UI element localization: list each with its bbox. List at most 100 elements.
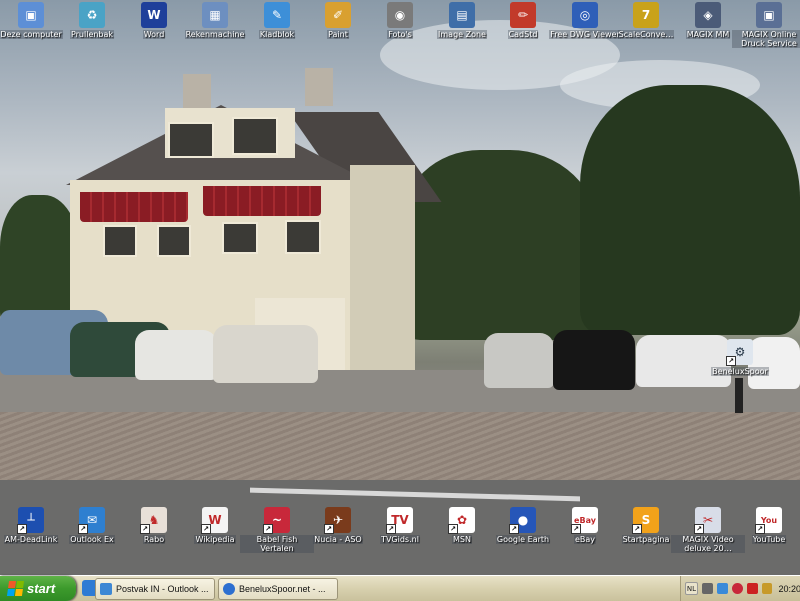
window bbox=[103, 225, 137, 257]
wikipedia-icon: W ↗ bbox=[201, 507, 228, 534]
shortcut-arrow-icon: ↗ bbox=[448, 524, 458, 534]
start-label: start bbox=[27, 581, 56, 596]
taskbar-button-beneluxspoor[interactable]: BeneluxSpoor.net - ... bbox=[218, 578, 338, 600]
language-indicator[interactable]: NL bbox=[685, 582, 698, 595]
dwg-viewer-icon: ◎ bbox=[572, 2, 598, 28]
outlook-task-icon bbox=[100, 583, 112, 595]
antivirus-icon[interactable] bbox=[746, 583, 758, 594]
magix-mm-icon: ◈ bbox=[695, 2, 721, 28]
security-icon[interactable] bbox=[731, 583, 743, 594]
shortcut-arrow-icon: ↗ bbox=[509, 524, 519, 534]
taskbar: start Postvak IN - Outlook ... BeneluxSp… bbox=[0, 575, 800, 601]
calculator-icon: ▦ bbox=[202, 2, 228, 28]
google-earth-icon: ● ↗ bbox=[509, 507, 536, 534]
ebay-icon: eBay ↗ bbox=[571, 507, 598, 534]
deadlink-icon: ┴ ↗ bbox=[17, 507, 44, 534]
desktop-icon-label: MAGIX Online Druck Service bbox=[732, 30, 800, 48]
desktop-icon-magix-druck[interactable]: ▣ MAGIX Online Druck Service bbox=[732, 2, 800, 48]
network-icon[interactable] bbox=[716, 583, 728, 594]
car bbox=[553, 330, 635, 390]
shortcut-arrow-icon: ↗ bbox=[140, 524, 150, 534]
desktop-icon-beneluxspoor[interactable]: ⚙ ↗ BeneluxSpoor bbox=[703, 339, 777, 376]
shortcut-arrow-icon: ↗ bbox=[632, 524, 642, 534]
shortcut-arrow-icon: ↗ bbox=[78, 524, 88, 534]
shortcut-arrow-icon: ↗ bbox=[571, 524, 581, 534]
paint-icon: ✐ bbox=[325, 2, 351, 28]
beneluxspoor-icon: ⚙ ↗ bbox=[726, 339, 753, 366]
desktop-icon-label: Prullenbak bbox=[69, 30, 115, 39]
word-icon: W bbox=[141, 2, 167, 28]
window bbox=[168, 122, 214, 158]
shortcut-arrow-icon: ↗ bbox=[17, 524, 27, 534]
cobblestones bbox=[0, 412, 800, 487]
desktop-icon-label: YouTube bbox=[751, 535, 787, 544]
shortcut-arrow-icon: ↗ bbox=[386, 524, 396, 534]
house-side bbox=[350, 165, 415, 370]
desktop-icon-label: Rekenmachine bbox=[184, 30, 246, 39]
taskbar-button-label: Postvak IN - Outlook ... bbox=[116, 584, 209, 594]
window bbox=[157, 225, 191, 257]
nucia-icon: ✈ ↗ bbox=[324, 507, 351, 534]
desktop-icon-label: TVGids.nl bbox=[380, 535, 420, 544]
shortcut-arrow-icon: ↗ bbox=[755, 524, 765, 534]
desktop-icon-label: MSN bbox=[452, 535, 472, 544]
startpagina-icon: S ↗ bbox=[632, 507, 659, 534]
outlook-express-icon: ✉ ↗ bbox=[78, 507, 105, 534]
keyboard-icon[interactable] bbox=[701, 583, 713, 594]
tvgids-icon: TV ↗ bbox=[386, 507, 413, 534]
youtube-icon: You ↗ bbox=[755, 507, 782, 534]
desktop-icon-label: Word bbox=[142, 30, 166, 39]
awning bbox=[203, 186, 321, 216]
car bbox=[213, 325, 318, 383]
window bbox=[222, 222, 258, 254]
shortcut-arrow-icon: ↗ bbox=[201, 524, 211, 534]
desktop-icon-label: Nucia - ASO bbox=[313, 535, 363, 544]
shortcut-arrow-icon: ↗ bbox=[324, 524, 334, 534]
camera-icon: ◉ bbox=[387, 2, 413, 28]
notepad-icon: ✎ bbox=[264, 2, 290, 28]
desktop-icon-label: BeneluxSpoor bbox=[711, 367, 769, 376]
car bbox=[484, 333, 554, 388]
babelfish-icon: ~ ↗ bbox=[263, 507, 290, 534]
desktop-icon-label: MAGIX MM bbox=[685, 30, 731, 39]
desktop-icon-label: Paint bbox=[327, 30, 349, 39]
ie-task-icon bbox=[223, 583, 235, 595]
chimney bbox=[183, 74, 211, 112]
magix-druck-icon: ▣ bbox=[756, 2, 782, 28]
volume-icon[interactable] bbox=[761, 583, 773, 594]
rabo-icon: ♞ ↗ bbox=[140, 507, 167, 534]
desktop-icon-label: Deze computer bbox=[0, 30, 63, 39]
awning bbox=[80, 192, 188, 222]
desktop-icon-label: Outlook Ex bbox=[69, 535, 115, 544]
clock[interactable]: 20:20 bbox=[778, 584, 800, 594]
desktop-icon-label: Wikipedia bbox=[194, 535, 236, 544]
desktop-icon-label: Image Zone bbox=[437, 30, 487, 39]
windows-logo-icon bbox=[6, 581, 25, 596]
window bbox=[285, 220, 321, 254]
trees-right bbox=[580, 85, 800, 335]
window bbox=[232, 117, 278, 155]
chimney bbox=[305, 68, 333, 106]
desktop-icon-youtube[interactable]: You ↗ YouTube bbox=[732, 507, 800, 544]
desktop-icon-label: Kladblok bbox=[258, 30, 296, 39]
desktop-icon-label: CadStd bbox=[507, 30, 539, 39]
system-tray: NL 20:20 bbox=[680, 576, 800, 601]
desktop-wallpaper: ▣ Deze computer ♻ Prullenbak W Word ▦ Rekenmach… bbox=[0, 0, 800, 575]
shortcut-arrow-icon: ↗ bbox=[726, 356, 736, 366]
desktop-icon-label: Google Earth bbox=[495, 535, 551, 544]
shortcut-arrow-icon: ↗ bbox=[694, 524, 704, 534]
recycle-bin-icon: ♻ bbox=[79, 2, 105, 28]
desktop-icon-label: Startpagina bbox=[621, 535, 671, 544]
desktop-icon-label: AM-DeadLink bbox=[3, 535, 59, 544]
image-zone-icon: ▤ bbox=[449, 2, 475, 28]
taskbar-button-label: BeneluxSpoor.net - ... bbox=[239, 584, 326, 594]
start-button[interactable]: start bbox=[0, 576, 76, 601]
shortcut-arrow-icon: ↗ bbox=[263, 524, 273, 534]
taskbar-button-outlook[interactable]: Postvak IN - Outlook ... bbox=[95, 578, 215, 600]
desktop-icon-label: Foto's bbox=[387, 30, 413, 39]
desktop-icon-label: eBay bbox=[573, 535, 597, 544]
signpost bbox=[735, 378, 743, 413]
car bbox=[135, 330, 217, 380]
my-computer-icon: ▣ bbox=[18, 2, 44, 28]
msn-icon: ✿ ↗ bbox=[448, 507, 475, 534]
